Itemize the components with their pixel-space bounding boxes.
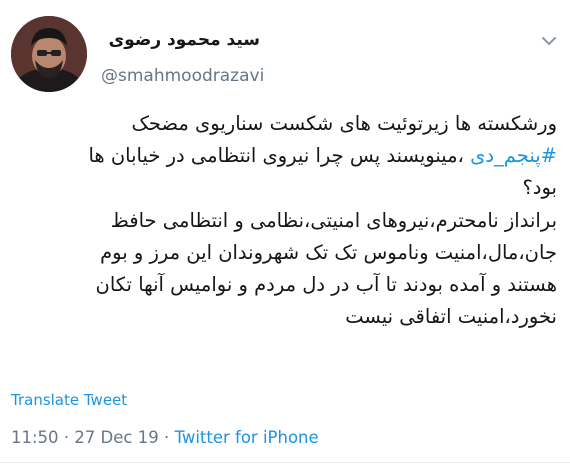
chevron-down-icon[interactable] xyxy=(540,34,558,48)
avatar-image xyxy=(11,16,87,92)
meta-separator: · xyxy=(158,428,175,447)
divider xyxy=(0,462,570,463)
tweet-line-text: ،مینویسند پس چرا نیروی انتظامی در خیابان… xyxy=(88,144,471,168)
tweet-line-text: نخورد،امنیت اتفاقی نیست xyxy=(345,305,557,329)
tweet-source-link[interactable]: Twitter for iPhone xyxy=(174,428,318,447)
tweet-meta: 11:50 · 27 Dec 19 · Twitter for iPhone xyxy=(11,428,319,447)
tweet-line: برانداز نامحترم،نیروهای امنیتی،نظامی و ا… xyxy=(8,205,557,237)
avatar[interactable] xyxy=(11,16,87,92)
author-display-name[interactable]: سید محمود رضوی xyxy=(109,30,260,50)
tweet-card: سید محمود رضوی @smahmoodrazavi ورشکسته ه… xyxy=(0,0,570,473)
tweet-line-text: جان،مال،امنیت وناموس تک تک شهروندان این … xyxy=(100,240,557,264)
tweet-line-text: برانداز نامحترم،نیروهای امنیتی،نظامی و ا… xyxy=(110,208,557,232)
author-handle[interactable]: @smahmoodrazavi xyxy=(101,66,264,86)
tweet-line: #پنجم_دی ،مینویسند پس چرا نیروی انتظامی … xyxy=(8,140,557,172)
hashtag-link[interactable]: #پنجم_دی xyxy=(470,144,557,167)
tweet-line: ورشکسته ها زیرتوئیت های شکست سناریوی مضح… xyxy=(8,108,557,140)
tweet-text: ورشکسته ها زیرتوئیت های شکست سناریوی مضح… xyxy=(8,108,557,333)
tweet-line: هستند و آمده بودند تا آب در دل مردم و نو… xyxy=(8,269,557,301)
translate-tweet-link[interactable]: Translate Tweet xyxy=(11,391,127,409)
tweet-line: بود؟ xyxy=(8,172,557,204)
tweet-line: جان،مال،امنیت وناموس تک تک شهروندان این … xyxy=(8,237,557,269)
tweet-line-text: بود؟ xyxy=(522,176,557,200)
tweet-line-text: ورشکسته ها زیرتوئیت های شکست سناریوی مضح… xyxy=(131,112,557,135)
meta-separator: · xyxy=(58,428,75,447)
tweet-line: نخورد،امنیت اتفاقی نیست xyxy=(8,301,557,333)
tweet-time[interactable]: 11:50 xyxy=(11,428,59,447)
tweet-line-text: هستند و آمده بودند تا آب در دل مردم و نو… xyxy=(95,273,557,297)
tweet-date[interactable]: 27 Dec 19 xyxy=(74,428,158,447)
